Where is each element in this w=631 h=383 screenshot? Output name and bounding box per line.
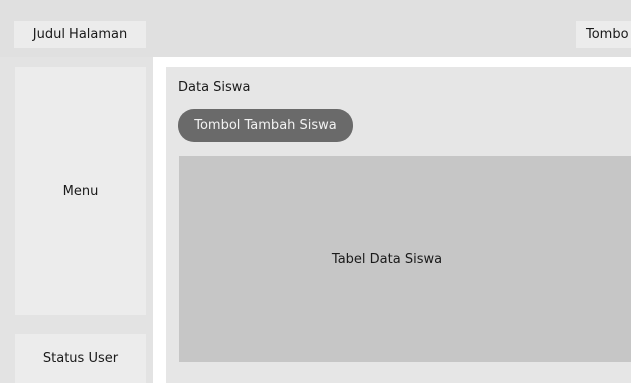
sidebar-menu[interactable]: Menu xyxy=(15,67,146,315)
status-user: Status User xyxy=(15,334,146,383)
page-title: Judul Halaman xyxy=(14,21,146,48)
top-right-button-label: Tombo xyxy=(586,27,629,42)
top-right-button[interactable]: Tombo xyxy=(576,21,631,48)
section-title: Data Siswa xyxy=(178,80,251,95)
status-user-label: Status User xyxy=(42,351,119,366)
student-data-table-label: Tabel Data Siswa xyxy=(331,251,443,267)
sidebar-menu-label: Menu xyxy=(62,183,99,199)
student-data-table: Tabel Data Siswa xyxy=(179,156,631,362)
add-student-button[interactable]: Tombol Tambah Siswa xyxy=(178,109,353,142)
page-title-text: Judul Halaman xyxy=(32,27,128,42)
add-student-button-label: Tombol Tambah Siswa xyxy=(194,118,337,133)
